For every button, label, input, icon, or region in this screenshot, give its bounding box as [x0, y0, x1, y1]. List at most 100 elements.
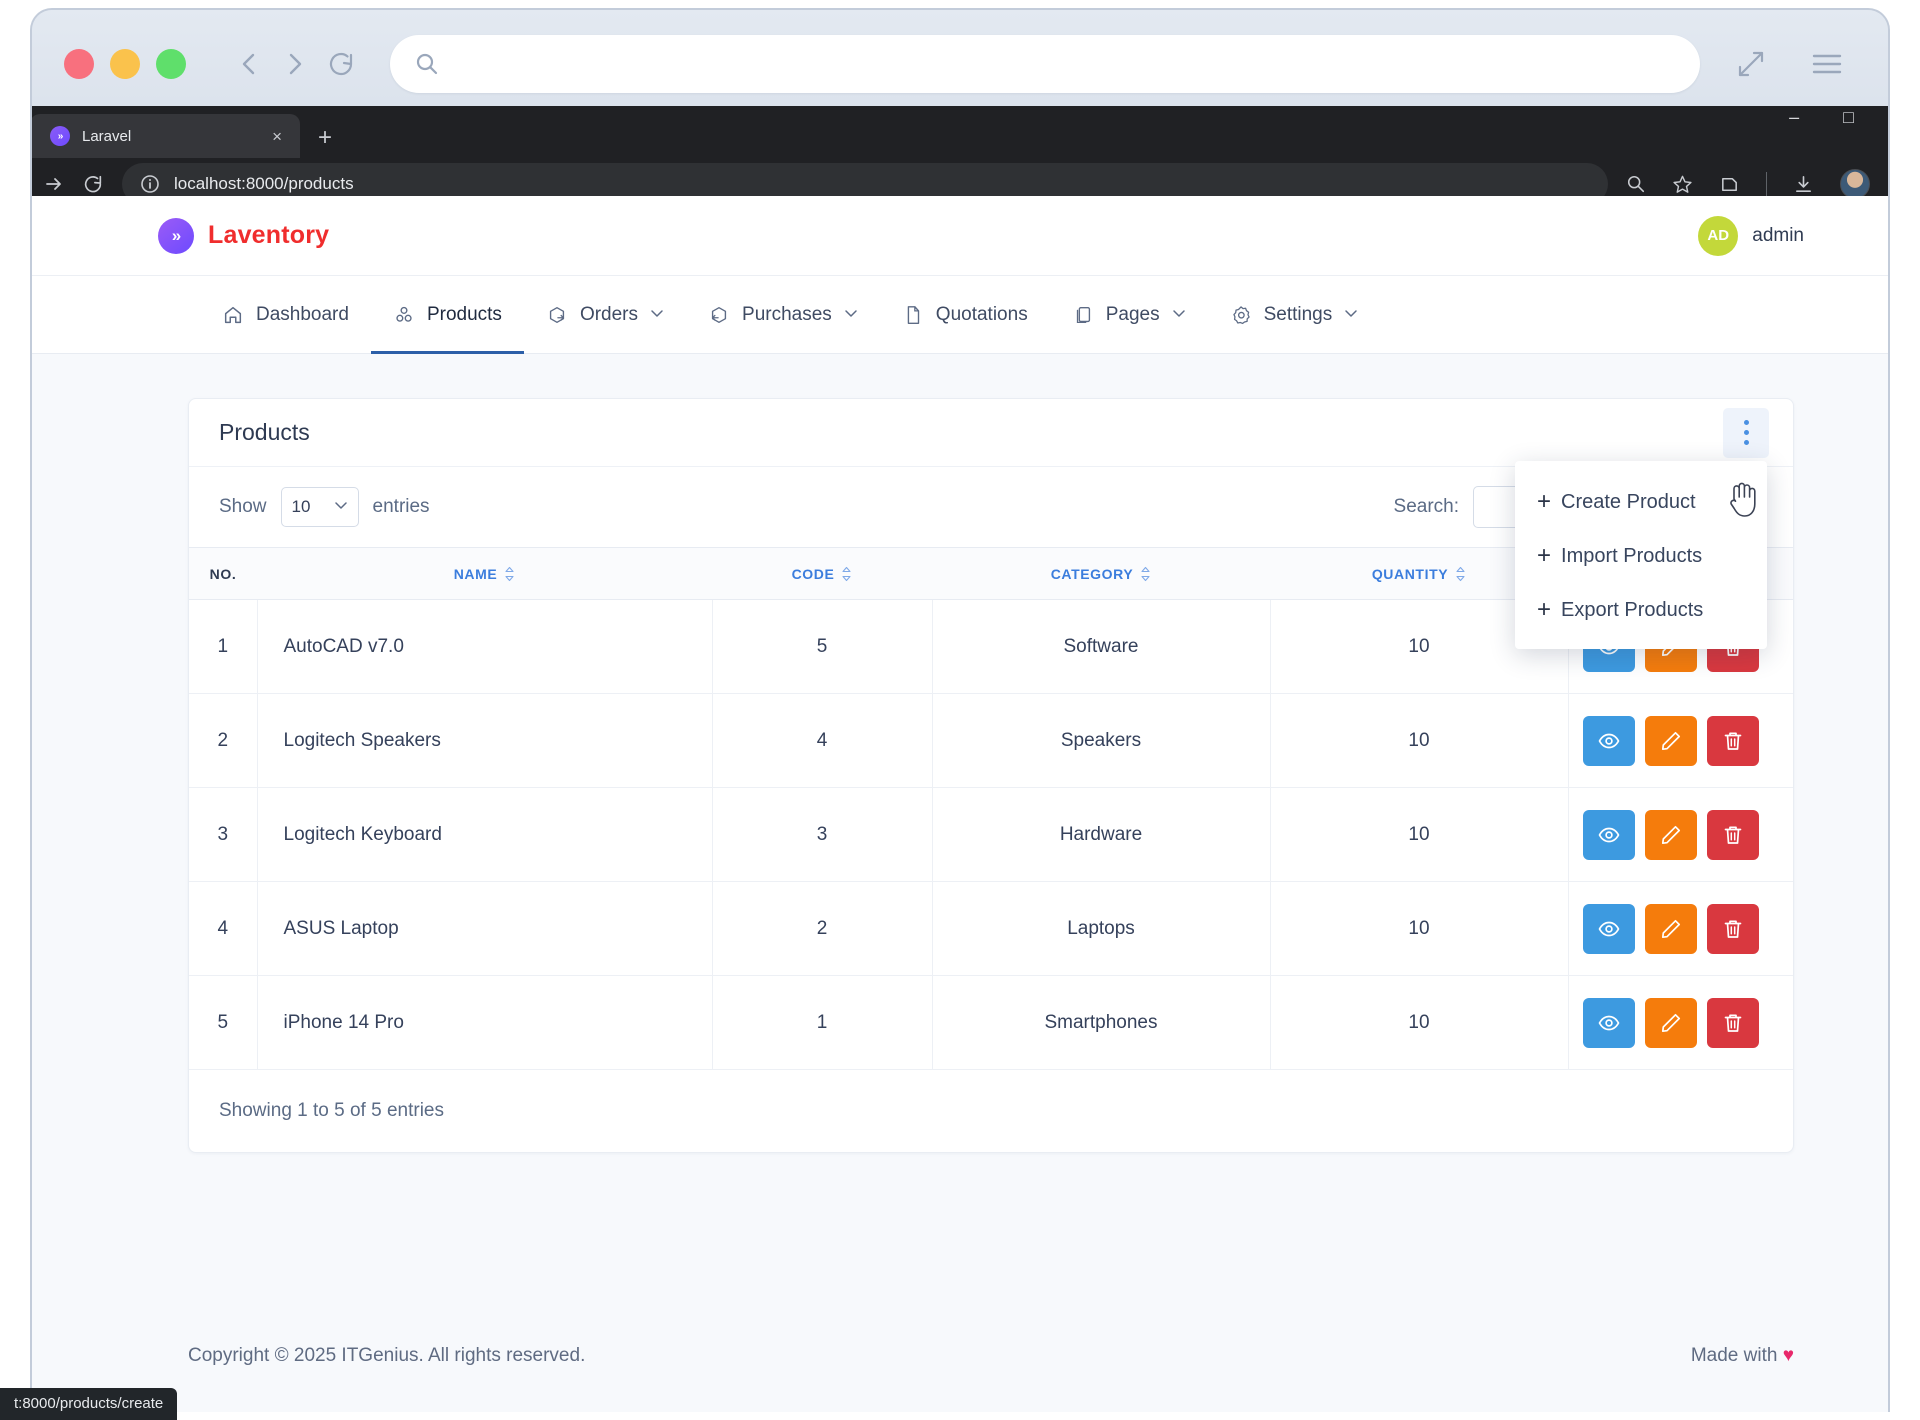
trash-icon	[1721, 1011, 1745, 1035]
close-tab-icon[interactable]: ×	[266, 124, 288, 149]
chevron-down-icon	[1344, 304, 1358, 326]
view-product-button[interactable]	[1582, 715, 1635, 766]
reload-icon[interactable]	[318, 41, 364, 87]
cell-no: 2	[189, 693, 258, 788]
edit-product-button[interactable]	[1644, 715, 1697, 766]
nav-label: Pages	[1105, 303, 1160, 325]
minimize-window-button[interactable]	[110, 49, 140, 79]
made-with-text: Made with ♥	[1690, 1345, 1794, 1366]
entries-value: 10	[291, 497, 311, 516]
cell-actions	[1568, 881, 1794, 976]
cell-code: 4	[712, 693, 933, 788]
chevron-down-icon	[844, 304, 858, 326]
trash-icon	[1721, 729, 1745, 753]
view-product-button[interactable]	[1582, 903, 1635, 954]
edit-product-button[interactable]	[1644, 903, 1697, 954]
tab-strip: » Laravel × + – □	[32, 106, 1888, 158]
kebab-dot	[1743, 430, 1749, 435]
column-header-code[interactable]: CODE	[712, 547, 932, 600]
document-icon	[902, 304, 924, 326]
brand-logo[interactable]: » Laventory	[158, 217, 330, 254]
new-tab-button[interactable]: +	[318, 126, 332, 158]
cell-category: Hardware	[932, 787, 1271, 882]
menu-item-import-products[interactable]: + Import Products	[1515, 529, 1767, 583]
nav-item-settings[interactable]: Settings	[1208, 276, 1381, 353]
cell-actions	[1568, 787, 1794, 882]
cell-name: AutoCAD v7.0	[257, 599, 713, 694]
chevron-down-icon	[1172, 304, 1186, 326]
table-row: 5 iPhone 14 Pro 1 Smartphones 10	[189, 975, 1794, 1070]
card-actions-menu-button[interactable]	[1723, 407, 1769, 458]
purchase-in-icon	[708, 304, 730, 326]
bookmark-star-icon[interactable]	[1672, 174, 1693, 195]
delete-product-button[interactable]	[1706, 903, 1759, 954]
entries-label: entries	[372, 496, 430, 517]
user-name: admin	[1752, 224, 1804, 246]
home-icon	[222, 304, 244, 326]
cell-actions	[1568, 693, 1793, 788]
cell-no: 1	[189, 599, 258, 694]
cell-code: 2	[712, 881, 933, 976]
delete-product-button[interactable]	[1706, 809, 1759, 860]
sort-arrows-icon	[1455, 566, 1466, 582]
table-footer-info: Showing 1 to 5 of 5 entries	[219, 1100, 444, 1121]
toolbar-divider	[1766, 172, 1767, 196]
browser-tab[interactable]: » Laravel ×	[32, 114, 300, 158]
edit-product-button[interactable]	[1644, 809, 1697, 860]
user-menu[interactable]: AD admin	[1698, 215, 1804, 256]
eye-icon	[1597, 917, 1621, 941]
expand-icon[interactable]	[1728, 41, 1774, 87]
nav-item-quotations[interactable]: Quotations	[880, 276, 1050, 353]
forward-arrow-icon[interactable]	[44, 174, 64, 194]
nav-item-dashboard[interactable]: Dashboard	[200, 276, 371, 353]
pencil-icon	[1659, 1011, 1683, 1035]
cell-category: Laptops	[932, 881, 1271, 976]
entries-per-page-select[interactable]: 10	[280, 487, 359, 527]
hamburger-menu-icon[interactable]	[1804, 41, 1850, 87]
menu-item-export-products[interactable]: + Export Products	[1515, 583, 1767, 637]
products-card: Products Show 10 entries Search: NO. NAM…	[188, 398, 1794, 1153]
downloads-icon[interactable]	[1793, 174, 1814, 195]
search-icon	[414, 51, 440, 77]
menu-item-label: Export Products	[1561, 598, 1704, 621]
menu-item-create-product[interactable]: + Create Product	[1515, 475, 1767, 529]
nav-item-orders[interactable]: Orders	[524, 276, 686, 353]
row-action-buttons	[1569, 997, 1794, 1048]
minimize-button[interactable]: –	[1789, 108, 1799, 126]
row-action-buttons	[1569, 809, 1794, 860]
row-action-buttons	[1569, 903, 1794, 954]
cell-category: Software	[932, 599, 1271, 694]
column-header-name[interactable]: NAME	[257, 547, 712, 600]
laravel-favicon-icon: »	[50, 126, 70, 146]
browser-chrome: » Laravel × + – □ localhost:8000/product…	[32, 106, 1888, 210]
column-header-category[interactable]: CATEGORY	[932, 547, 1270, 600]
table-row: 4 ASUS Laptop 2 Laptops 10	[189, 881, 1794, 976]
maximize-window-button[interactable]	[156, 49, 186, 79]
window-traffic-lights	[64, 49, 186, 79]
address-bar-url: localhost:8000/products	[174, 174, 354, 193]
heart-icon: ♥	[1782, 1345, 1794, 1366]
back-chevron-icon[interactable]	[226, 41, 272, 87]
site-info-icon[interactable]	[140, 174, 160, 194]
outer-search-bar[interactable]	[390, 35, 1700, 93]
nav-item-products[interactable]: Products	[370, 276, 524, 354]
profile-avatar-icon[interactable]	[1840, 169, 1870, 199]
sort-arrows-icon	[841, 566, 852, 582]
sort-arrows-icon	[504, 566, 515, 582]
zoom-icon[interactable]	[1626, 174, 1646, 194]
edit-product-button[interactable]	[1644, 997, 1697, 1048]
delete-product-button[interactable]	[1706, 715, 1759, 766]
maximize-button[interactable]: □	[1843, 108, 1854, 126]
nav-item-pages[interactable]: Pages	[1050, 276, 1208, 353]
reload-icon[interactable]	[82, 173, 104, 195]
brand-name: Laventory	[208, 221, 330, 249]
nav-item-purchases[interactable]: Purchases	[686, 276, 880, 353]
close-window-button[interactable]	[64, 49, 94, 79]
outer-browser-toolbar	[32, 10, 1888, 118]
forward-chevron-icon[interactable]	[272, 41, 318, 87]
view-product-button[interactable]	[1582, 997, 1635, 1048]
extensions-icon[interactable]	[1719, 174, 1740, 195]
view-product-button[interactable]	[1582, 809, 1635, 860]
delete-product-button[interactable]	[1706, 997, 1759, 1048]
cell-quantity: 10	[1270, 975, 1569, 1070]
